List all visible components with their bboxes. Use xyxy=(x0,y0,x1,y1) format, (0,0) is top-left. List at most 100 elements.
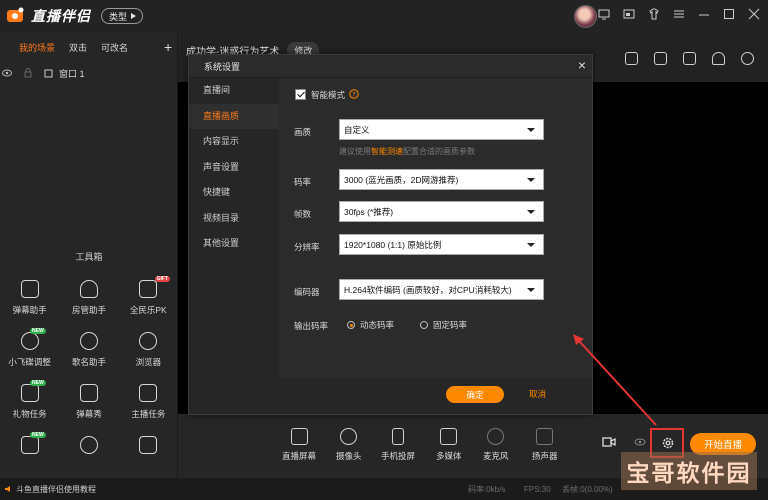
tool-fff[interactable] xyxy=(59,436,118,454)
nav-item-video-folder[interactable]: 视频目录 xyxy=(189,206,279,232)
nav-item-content-display[interactable]: 内容显示 xyxy=(189,129,279,155)
encoder-select[interactable]: H.264软件编码 (画质较好，对CPU消耗较大) xyxy=(339,279,544,300)
share-icon[interactable] xyxy=(741,52,754,65)
bitrate-select[interactable]: 3000 (蓝光画质，2D网游推荐) xyxy=(339,169,544,190)
tool-ufo[interactable]: NEW 小飞碟调整 xyxy=(0,328,59,368)
lock-icon[interactable] xyxy=(654,52,667,65)
tv-icon[interactable] xyxy=(598,8,610,20)
gift-badge: GIFT xyxy=(154,276,171,282)
tool-label: 房管助手 xyxy=(71,305,106,315)
bell-icon[interactable] xyxy=(712,52,725,65)
chat-icon[interactable] xyxy=(625,52,638,65)
picture-icon[interactable] xyxy=(623,8,635,20)
tool-label: 弹幕秀 xyxy=(76,409,102,419)
quality-select[interactable]: 自定义 xyxy=(339,119,544,140)
tool-wand[interactable]: NEW xyxy=(0,432,59,454)
screen-capture-button[interactable]: 直播屏幕 xyxy=(282,428,316,462)
tool-danmu-show[interactable]: 弹幕秀 xyxy=(59,384,118,420)
music-note-icon xyxy=(79,332,98,350)
logo-icon xyxy=(6,7,26,25)
avatar[interactable] xyxy=(574,5,597,28)
speaker-button[interactable]: 扬声器 xyxy=(532,428,558,462)
eye-icon[interactable] xyxy=(634,438,646,446)
eye-icon[interactable] xyxy=(2,69,12,77)
ok-button[interactable]: 确定 xyxy=(446,386,504,403)
resolution-select[interactable]: 1920*1080 (1:1) 原始比例 xyxy=(339,234,544,255)
add-scene-button[interactable]: + xyxy=(164,39,172,55)
left-panel: 我的场景 双击 可改名 + 窗口 1 工具箱 弹幕助手 房管助手 GIFT 全民… xyxy=(0,32,178,478)
tool-pk-2[interactable] xyxy=(119,436,178,454)
cancel-button[interactable]: 取消 xyxy=(529,388,546,400)
tv-icon xyxy=(79,384,98,402)
nav-item-video-quality[interactable]: 直播画质 xyxy=(189,103,279,129)
speed-test-link[interactable]: 智能测速 xyxy=(371,147,403,156)
bitrate-stat: 码率:0kb/s xyxy=(468,484,506,494)
hint-suffix: 配置合适的画质参数 xyxy=(403,147,475,156)
tool-browser[interactable]: 浏览器 xyxy=(119,332,178,368)
layout-icon[interactable] xyxy=(683,52,696,65)
tutorial-link[interactable]: 斗鱼直播伴侣使用教程 xyxy=(4,484,96,495)
toolbar-label: 扬声器 xyxy=(532,451,558,461)
close-icon[interactable] xyxy=(748,8,760,20)
tool-label: 主播任务 xyxy=(131,409,166,419)
fff-icon xyxy=(79,436,98,454)
toolbar-label: 手机投屏 xyxy=(381,451,416,461)
type-button[interactable]: 类型 xyxy=(101,8,144,24)
tool-label: 浏览器 xyxy=(135,357,162,367)
tool-host-task[interactable]: 主播任务 xyxy=(119,384,178,420)
tool-gift-task[interactable]: NEW 礼物任务 xyxy=(0,380,59,420)
nav-item-hotkeys[interactable]: 快捷键 xyxy=(189,180,279,206)
tool-song-helper[interactable]: 歌名助手 xyxy=(59,332,118,368)
monitor-icon xyxy=(290,428,308,445)
shirt-icon[interactable] xyxy=(648,8,660,20)
settings-dialog: 系统设置 × 直播间 直播画质 内容显示 声音设置 快捷键 视频目录 其他设置 … xyxy=(188,54,593,415)
checklist-icon xyxy=(139,384,158,402)
dialog-footer: 确定 取消 xyxy=(189,378,592,414)
toolbar-label: 麦克风 xyxy=(483,451,509,461)
minimize-icon[interactable] xyxy=(698,8,710,20)
compass-icon xyxy=(139,332,158,350)
chevron-down-icon xyxy=(527,128,535,132)
toolbox-title: 工具箱 xyxy=(75,252,103,262)
phone-cast-button[interactable]: 手机投屏 xyxy=(381,428,415,462)
dynamic-bitrate-label: 动态码率 xyxy=(360,320,395,330)
tab-double-click[interactable]: 双击 xyxy=(69,41,87,54)
camera-button[interactable]: 摄像头 xyxy=(336,428,362,462)
play-icon xyxy=(131,13,137,19)
app-logo-text: 直播伴侣 xyxy=(31,8,91,24)
help-icon[interactable]: ? xyxy=(349,89,359,99)
speaker-icon xyxy=(5,486,10,492)
nav-item-live-room[interactable]: 直播间 xyxy=(189,78,279,104)
window-controls xyxy=(598,8,760,20)
tab-renamable[interactable]: 可改名 xyxy=(101,41,128,54)
tool-room-admin[interactable]: 房管助手 xyxy=(59,280,118,316)
media-button[interactable]: 多媒体 xyxy=(436,428,462,462)
tool-pk[interactable]: GIFT 全民乐PK xyxy=(119,276,178,316)
maximize-icon[interactable] xyxy=(723,8,735,20)
comment-box-icon xyxy=(20,280,39,298)
header-tools xyxy=(625,52,754,65)
source-item[interactable]: 窗口 1 xyxy=(0,62,177,84)
watermark: 宝哥软件园 xyxy=(621,452,757,490)
microphone-button[interactable]: 麦克风 xyxy=(483,428,509,462)
fixed-bitrate-label: 固定码率 xyxy=(433,320,468,330)
dynamic-bitrate-radio[interactable] xyxy=(347,321,355,329)
nav-item-audio[interactable]: 声音设置 xyxy=(189,155,279,181)
gear-icon[interactable] xyxy=(661,436,675,450)
fps-select[interactable]: 30fps (*推荐) xyxy=(339,201,544,222)
fixed-bitrate-radio[interactable] xyxy=(420,321,428,329)
close-icon[interactable]: × xyxy=(578,57,586,73)
tab-my-scenes[interactable]: 我的场景 xyxy=(19,41,55,54)
tool-danmu-helper[interactable]: 弹幕助手 xyxy=(0,280,59,316)
smart-mode-checkbox[interactable] xyxy=(295,89,306,100)
settings-body: 智能模式 ? 画质 自定义 建议使用智能测速配置合适的画质参数 码率 3000 … xyxy=(279,78,592,378)
nav-item-other[interactable]: 其他设置 xyxy=(189,231,279,257)
video-icon[interactable] xyxy=(602,436,616,448)
quality-value: 自定义 xyxy=(344,124,370,135)
phone-icon xyxy=(392,428,404,445)
speaker-icon xyxy=(536,428,554,445)
lock-icon[interactable] xyxy=(23,68,33,78)
new-badge: NEW xyxy=(30,432,46,438)
menu-icon[interactable] xyxy=(673,8,685,20)
output-bitrate-label: 输出码率 xyxy=(294,321,329,331)
